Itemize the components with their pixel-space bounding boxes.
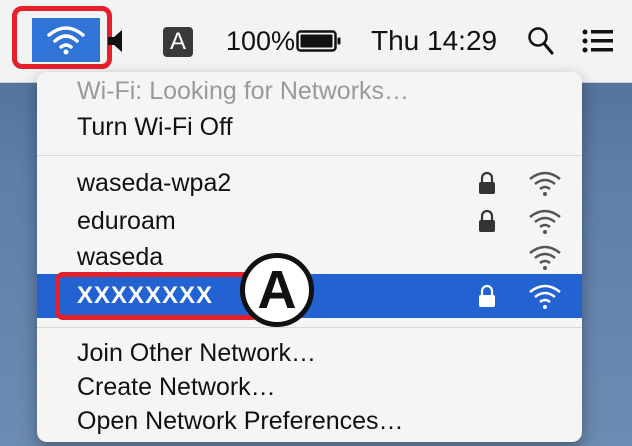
lock-icon [479,171,495,194]
wifi-dropdown-menu: Wi-Fi: Looking for Networks… Turn Wi-Fi … [37,72,582,442]
open-network-preferences-label: Open Network Preferences… [77,406,404,435]
wifi-status-label: Wi-Fi: Looking for Networks… [77,76,410,105]
notification-center-icon[interactable] [582,0,614,82]
network-item[interactable]: waseda-wpa2 [37,164,582,202]
battery-percent[interactable]: 100% [226,0,295,82]
wifi-highlight-box [12,6,112,69]
menu-bar: A 100% Thu 14:29 [0,0,632,83]
wifi-signal-icon [529,245,561,270]
wifi-signal-icon [529,284,561,309]
create-network-item[interactable]: Create Network… [37,368,582,406]
network-item[interactable]: eduroam [37,202,582,240]
wifi-signal-icon [529,171,561,196]
network-name: eduroam [77,206,176,235]
wifi-signal-icon [529,209,561,234]
network-name: waseda [77,242,164,271]
clock[interactable]: Thu 14:29 [371,0,497,82]
wifi-status: Wi-Fi: Looking for Networks… [37,72,582,110]
annotation-badge: A [240,253,314,327]
join-other-network-item[interactable]: Join Other Network… [37,334,582,372]
create-network-label: Create Network… [77,372,276,401]
network-item[interactable]: waseda [37,238,582,276]
turn-wifi-off-label: Turn Wi-Fi Off [77,112,233,141]
selected-network-highlight-box [55,272,260,320]
input-source-indicator[interactable]: A [163,27,193,57]
volume-icon[interactable] [106,0,126,82]
network-name: waseda-wpa2 [77,168,232,197]
search-icon[interactable] [527,0,555,82]
turn-wifi-off-item[interactable]: Turn Wi-Fi Off [37,108,582,146]
menu-separator [37,155,582,156]
lock-icon [479,209,495,232]
lock-icon [479,284,495,307]
join-other-network-label: Join Other Network… [77,338,316,367]
open-network-preferences-item[interactable]: Open Network Preferences… [37,402,582,440]
menu-separator [37,327,582,328]
battery-icon[interactable] [296,0,344,82]
